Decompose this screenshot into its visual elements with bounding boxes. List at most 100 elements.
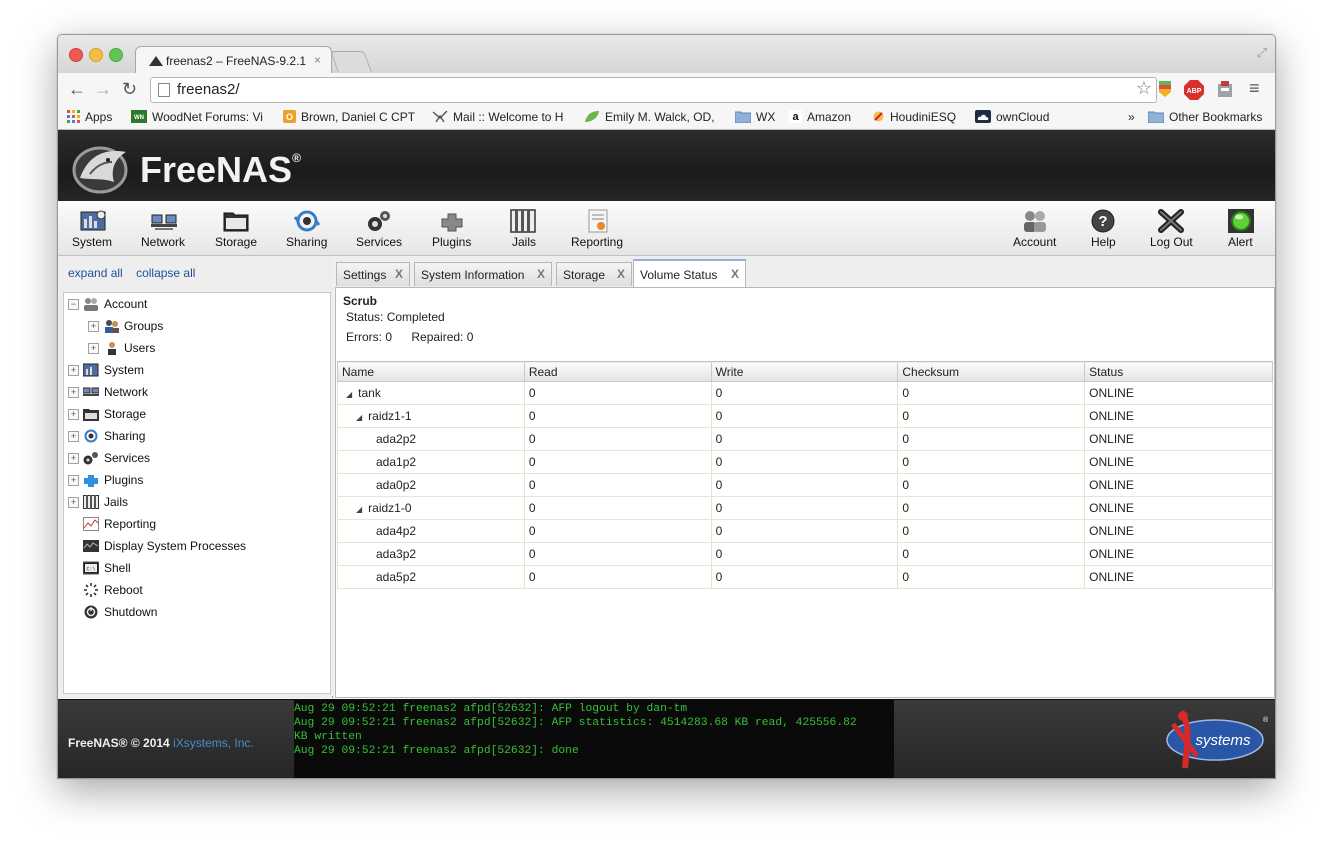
bookmark-amazon[interactable]: a Amazon	[789, 110, 851, 124]
extension-tool-icon[interactable]	[1216, 80, 1234, 98]
tree-item-users[interactable]: + Users	[64, 339, 324, 359]
expand-toggle-icon[interactable]: +	[88, 321, 99, 332]
tab-close-icon[interactable]: ×	[314, 53, 321, 67]
nav-services[interactable]: Services	[354, 201, 406, 255]
bookmark-mail[interactable]: Mail :: Welcome to H	[432, 110, 565, 124]
tab-close-icon[interactable]: X	[731, 267, 739, 281]
url-text[interactable]: freenas2/	[177, 81, 240, 98]
expanded-caret-icon[interactable]: ◢	[346, 390, 352, 399]
tree-item-reporting[interactable]: Reporting	[64, 515, 324, 535]
expand-toggle-icon[interactable]: +	[68, 475, 79, 486]
bookmark-woodnet[interactable]: WN WoodNet Forums: Vi	[131, 110, 265, 124]
table-row[interactable]: ◢ tank 0 0 0 ONLINE	[337, 381, 1273, 405]
minimize-window-button[interactable]	[89, 48, 103, 62]
nav-storage[interactable]: Storage	[211, 201, 261, 255]
extension-ribbon-icon[interactable]	[1158, 80, 1172, 98]
tab-storage[interactable]: Storage X	[556, 262, 632, 286]
tree-item-services[interactable]: + Services	[64, 449, 324, 469]
bookmark-star-icon[interactable]: ☆	[1136, 78, 1152, 99]
collapse-toggle-icon[interactable]: −	[68, 299, 79, 310]
expanded-caret-icon[interactable]: ◢	[356, 505, 362, 514]
address-bar[interactable]: freenas2/ ☆	[150, 77, 1157, 103]
reload-icon[interactable]: ↻	[122, 79, 137, 100]
nav-network[interactable]: Network	[138, 201, 190, 255]
cell-status: ONLINE	[1084, 496, 1273, 520]
back-icon[interactable]: ←	[68, 79, 86, 100]
services-gears-icon	[368, 211, 390, 231]
collapse-all-link[interactable]: collapse all	[136, 266, 195, 280]
adblock-icon[interactable]: ABP	[1184, 80, 1204, 100]
tree-item-account[interactable]: − Account	[64, 295, 324, 315]
expand-toggle-icon[interactable]: +	[68, 497, 79, 508]
tab-settings[interactable]: Settings X	[336, 262, 410, 286]
bookmarks-overflow-button[interactable]: »	[1128, 110, 1135, 124]
tree-item-shutdown[interactable]: Shutdown	[64, 603, 324, 623]
table-row[interactable]: ada5p2 0 0 0 ONLINE	[337, 565, 1273, 589]
tree-item-plugins[interactable]: + Plugins	[64, 471, 324, 491]
nav-jails[interactable]: Jails	[505, 201, 545, 255]
tree-item-reboot[interactable]: Reboot	[64, 581, 324, 601]
tab-close-icon[interactable]: X	[395, 267, 403, 281]
company-link[interactable]: iXsystems, Inc.	[173, 736, 254, 750]
tree-label: Reporting	[104, 517, 157, 531]
tree-item-groups[interactable]: + Groups	[64, 317, 324, 337]
table-row[interactable]: ada3p2 0 0 0 ONLINE	[337, 542, 1273, 566]
expand-toggle-icon[interactable]: +	[68, 387, 79, 398]
nav-plugins[interactable]: Plugins	[428, 201, 476, 255]
tree-item-jails[interactable]: + Jails	[64, 493, 324, 513]
processes-icon	[83, 540, 99, 552]
table-row[interactable]: ada1p2 0 0 0 ONLINE	[337, 450, 1273, 474]
zoom-window-button[interactable]	[109, 48, 123, 62]
expand-toggle-icon[interactable]: +	[68, 431, 79, 442]
nav-system[interactable]: System	[70, 201, 118, 255]
bookmark-emily[interactable]: Emily M. Walck, OD,	[584, 110, 715, 124]
nav-account[interactable]: Account	[1011, 201, 1059, 255]
fullscreen-icon[interactable]: ⤢	[1257, 45, 1267, 61]
column-header-write[interactable]: Write	[710, 361, 899, 382]
tree-item-display-processes[interactable]: Display System Processes	[64, 537, 324, 557]
column-header-name[interactable]: Name	[337, 361, 525, 382]
scrub-errors: Errors: 0	[346, 330, 393, 344]
bookmark-brown[interactable]: O Brown, Daniel C CPT	[283, 110, 415, 124]
tab-volume-status[interactable]: Volume Status X	[633, 259, 746, 287]
column-header-status[interactable]: Status	[1084, 361, 1273, 382]
table-row[interactable]: ada2p2 0 0 0 ONLINE	[337, 427, 1273, 451]
column-header-read[interactable]: Read	[523, 361, 712, 382]
expand-toggle-icon[interactable]: +	[88, 343, 99, 354]
navigation-tree: − Account + Groups + Users + System + Ne…	[63, 292, 331, 694]
tab-system-information[interactable]: System Information X	[414, 262, 552, 286]
browser-tab[interactable]: freenas2 – FreeNAS-9.2.1. ×	[135, 46, 332, 74]
column-header-checksum[interactable]: Checksum	[897, 361, 1086, 382]
table-row[interactable]: ◢ raidz1-1 0 0 0 ONLINE	[337, 404, 1273, 428]
close-window-button[interactable]	[69, 48, 83, 62]
expand-toggle-icon[interactable]: +	[68, 409, 79, 420]
vdev-name: raidz1-1	[368, 409, 412, 423]
tab-close-icon[interactable]: X	[617, 267, 625, 281]
tree-item-shell[interactable]: C:\ Shell	[64, 559, 324, 579]
table-row[interactable]: ada0p2 0 0 0 ONLINE	[337, 473, 1273, 497]
expanded-caret-icon[interactable]: ◢	[356, 413, 362, 422]
bookmark-wx[interactable]: WX	[735, 110, 775, 124]
nav-logout[interactable]: Log Out	[1147, 201, 1195, 255]
nav-sharing[interactable]: Sharing	[283, 201, 333, 255]
expand-all-link[interactable]: expand all	[68, 266, 123, 280]
tree-item-sharing[interactable]: + Sharing	[64, 427, 324, 447]
bookmark-apps[interactable]: Apps	[67, 110, 112, 124]
bookmark-houdini[interactable]: HoudiniESQ	[872, 110, 956, 124]
nav-reporting[interactable]: Reporting	[568, 201, 628, 255]
new-tab-button[interactable]	[330, 51, 372, 72]
menu-icon[interactable]: ≡	[1249, 78, 1260, 99]
forward-icon[interactable]: →	[94, 79, 112, 100]
tree-item-storage[interactable]: + Storage	[64, 405, 324, 425]
expand-toggle-icon[interactable]: +	[68, 365, 79, 376]
tree-item-network[interactable]: + Network	[64, 383, 324, 403]
expand-toggle-icon[interactable]: +	[68, 453, 79, 464]
bookmark-other[interactable]: Other Bookmarks	[1148, 110, 1262, 124]
table-row[interactable]: ada4p2 0 0 0 ONLINE	[337, 519, 1273, 543]
nav-help[interactable]: ? Help	[1088, 201, 1120, 255]
nav-alert[interactable]: Alert	[1224, 201, 1258, 255]
tab-close-icon[interactable]: X	[537, 267, 545, 281]
bookmark-owncloud[interactable]: ownCloud	[975, 110, 1049, 124]
tree-item-system[interactable]: + System	[64, 361, 324, 381]
table-row[interactable]: ◢ raidz1-0 0 0 0 ONLINE	[337, 496, 1273, 520]
